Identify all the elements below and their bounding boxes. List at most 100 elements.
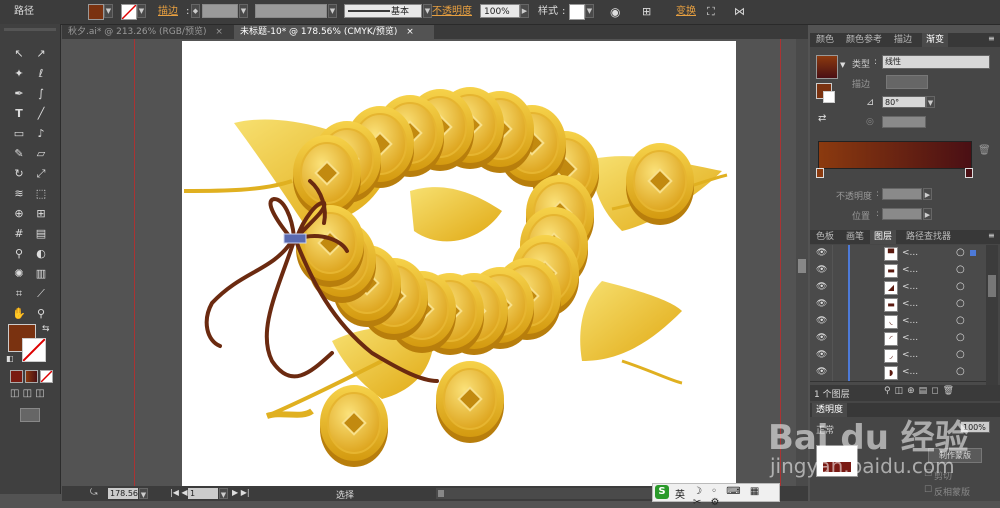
blend-mode-select[interactable]: 正常	[816, 423, 834, 436]
default-colors-icon[interactable]: ◧	[6, 354, 14, 363]
swap-fill-stroke-icon[interactable]: ⇆	[42, 324, 50, 334]
opacity-arrow[interactable]: ▶	[520, 4, 529, 18]
vertical-scrollbar[interactable]	[796, 39, 808, 486]
tab-brushes[interactable]: 画笔	[842, 230, 868, 244]
artboard-number-field[interactable]: 1	[188, 488, 218, 499]
layer-row[interactable]: 👁 ▀ <... ○	[810, 245, 986, 263]
brush-arrow[interactable]: ▼	[423, 4, 432, 18]
blend-tool-icon[interactable]: ◐	[32, 246, 50, 262]
perspective-grid-tool-icon[interactable]: ⊞	[32, 206, 50, 222]
gradient-thumbnail[interactable]	[816, 55, 838, 79]
panel-menu-icon[interactable]: ≡	[988, 231, 995, 240]
rectangle-tool-icon[interactable]: ▭	[10, 126, 28, 142]
eye-icon[interactable]: 👁	[816, 367, 827, 377]
eraser-tool-icon[interactable]: ▱	[32, 146, 50, 162]
magic-wand-tool-icon[interactable]: ✦	[10, 66, 28, 82]
width-tool-icon[interactable]: ≋	[10, 186, 28, 202]
close-icon[interactable]: ×	[406, 27, 414, 37]
stroke-weight-field[interactable]	[202, 4, 238, 18]
target-icon[interactable]: ○	[956, 366, 965, 377]
recolor-icon[interactable]: ◉	[610, 4, 620, 20]
trash-icon[interactable]: 🗑	[978, 145, 991, 156]
target-icon[interactable]: ○	[956, 349, 965, 360]
transparency-opacity-field[interactable]: 100%	[960, 421, 990, 433]
gradient-angle-field[interactable]: 80°	[882, 96, 926, 108]
selection-tool-icon[interactable]: ↖	[10, 46, 28, 62]
layer-row[interactable]: 👁 ◗ <... ○	[810, 364, 986, 382]
layer-row[interactable]: 👁 ▬ <... ○	[810, 296, 986, 314]
scrollbar-thumb[interactable]	[798, 259, 806, 273]
eye-icon[interactable]: 👁	[816, 350, 827, 360]
stroke-dropdown-arrow[interactable]: ▼	[137, 4, 146, 18]
style-arrow[interactable]: ▼	[585, 4, 594, 18]
eye-icon[interactable]: 👁	[816, 316, 827, 326]
target-icon[interactable]: ○	[956, 247, 965, 258]
fill-dropdown-arrow[interactable]: ▼	[104, 4, 113, 18]
object-thumbnail[interactable]	[816, 445, 858, 477]
zoom-tool-icon[interactable]: ⚲	[32, 306, 50, 322]
tab-color[interactable]: 颜色	[812, 33, 838, 47]
lasso-tool-icon[interactable]: ℓ	[32, 66, 50, 82]
pencil-tool-icon[interactable]: ✎	[10, 146, 28, 162]
rotate-tool-icon[interactable]: ↻	[10, 166, 28, 182]
scale-tool-icon[interactable]: ⤢	[32, 166, 50, 182]
doc-tab-autumn[interactable]: 秋夕.ai* @ 213.26% (RGB/预览) ×	[62, 25, 232, 39]
first-artboard-icon[interactable]: |◀ ◀	[170, 488, 188, 497]
layer-list[interactable]: 👁 ▀ <... ○ 👁 ▬ <... ○ 👁 ◢ <... ○ 👁 ▬ <... ○ 👁 ◟ <... ○ 👁 ◜ <..…	[810, 245, 986, 385]
stroke-color-box[interactable]	[22, 338, 46, 362]
align-icon[interactable]: ⊞	[642, 4, 651, 20]
stroke-none-swatch[interactable]	[121, 4, 137, 20]
ime-logo-icon[interactable]: S	[655, 485, 669, 499]
stroke-weight-stepper[interactable]: ◆	[191, 4, 200, 18]
layers-scrollbar[interactable]	[986, 245, 998, 385]
tab-pathfinder[interactable]: 路径查找器	[902, 230, 955, 244]
reverse-gradient-icon[interactable]: ⇄	[818, 113, 826, 124]
profile-arrow[interactable]: ▼	[328, 4, 337, 18]
draw-mode-icons[interactable]: ◫ ◫ ◫	[10, 388, 45, 399]
layer-row[interactable]: 👁 ◢ <... ○	[810, 279, 986, 297]
curvature-tool-icon[interactable]: ∫	[32, 86, 50, 102]
artwork[interactable]	[182, 41, 736, 486]
gradient-thumb-arrow[interactable]: ▼	[840, 61, 845, 69]
gradient-tool-icon[interactable]: ▤	[32, 226, 50, 242]
gradient-stop-end[interactable]	[965, 168, 973, 178]
type-tool-icon[interactable]: T	[10, 106, 28, 122]
more-options-icon[interactable]: ⋈	[734, 4, 745, 20]
eyedropper-tool-icon[interactable]: ⚲	[10, 246, 28, 262]
layer-row[interactable]: 👁 ▬ <... ○	[810, 262, 986, 280]
tab-color-guide[interactable]: 颜色参考	[842, 33, 886, 47]
shape-builder-tool-icon[interactable]: ⊕	[10, 206, 28, 222]
stroke-link[interactable]: 描边	[158, 4, 178, 20]
screen-mode-icon[interactable]	[20, 408, 40, 422]
tab-transparency[interactable]: 透明度	[812, 403, 848, 417]
gradient-stroke-box[interactable]	[823, 91, 835, 103]
target-icon[interactable]: ○	[956, 264, 965, 275]
target-icon[interactable]: ○	[956, 298, 965, 309]
panel-menu-icon[interactable]: ≡	[988, 34, 995, 43]
pen-tool-icon[interactable]: ✒	[10, 86, 28, 102]
style-swatch[interactable]	[569, 4, 585, 20]
stroke-weight-arrow[interactable]: ▼	[239, 4, 248, 18]
make-mask-button[interactable]: 制作蒙版	[928, 448, 982, 463]
eye-icon[interactable]: 👁	[816, 265, 827, 275]
gradient-stop-start[interactable]	[816, 168, 824, 178]
isolate-icon[interactable]: ⛶	[707, 4, 715, 20]
selection-indicator[interactable]	[970, 250, 976, 256]
ime-language[interactable]: 英	[675, 486, 685, 501]
target-icon[interactable]: ○	[956, 315, 965, 326]
artboard[interactable]	[182, 41, 736, 486]
graph-tool-icon[interactable]: ▥	[32, 266, 50, 282]
eye-icon[interactable]: 👁	[816, 333, 827, 343]
direct-selection-tool-icon[interactable]: ↗	[32, 46, 50, 62]
eye-icon[interactable]: 👁	[816, 299, 827, 309]
mesh-tool-icon[interactable]: #	[10, 226, 28, 242]
invert-mask-checkbox[interactable]: ☐	[924, 485, 932, 495]
brush-definition[interactable]: 基本	[344, 4, 422, 18]
close-icon[interactable]: ×	[215, 27, 223, 37]
tab-layers[interactable]: 图层	[870, 230, 897, 244]
paintbrush-tool-icon[interactable]: ♪	[32, 126, 50, 142]
symbol-sprayer-tool-icon[interactable]: ✺	[10, 266, 28, 282]
toolbar-grip[interactable]	[4, 28, 56, 31]
free-transform-tool-icon[interactable]: ⬚	[32, 186, 50, 202]
opacity-link[interactable]: 不透明度	[432, 4, 472, 20]
